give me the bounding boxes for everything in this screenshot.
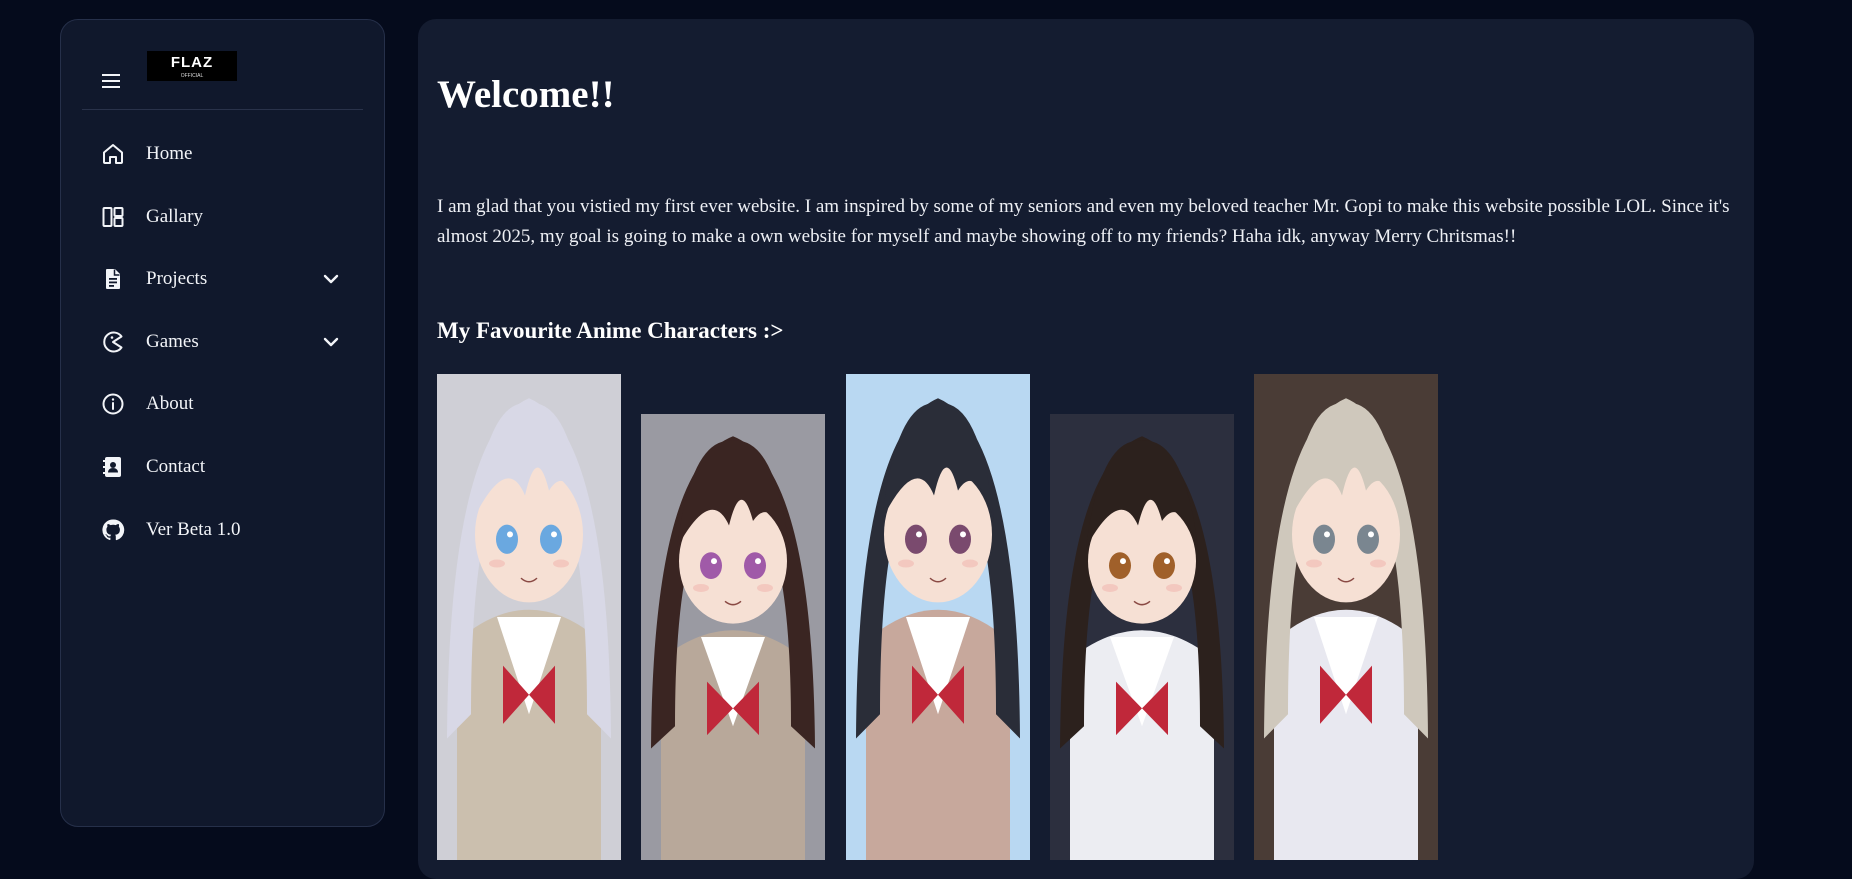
sidebar-item-label: Home — [146, 143, 193, 164]
character-image — [1050, 414, 1234, 860]
sidebar-item-games[interactable]: Games — [61, 319, 384, 365]
page-title: Welcome!! — [437, 73, 615, 116]
contact-card-icon — [101, 455, 125, 479]
menu-icon[interactable] — [102, 74, 120, 88]
sidebar-item-label: Gallary — [146, 206, 203, 227]
sidebar-item-label: Projects — [146, 268, 208, 289]
sidebar-item-label: Ver Beta 1.0 — [146, 519, 241, 540]
sidebar: FLAZ OFFICIAL Home Gallary Projects Game… — [60, 19, 385, 827]
logo-text: FLAZ — [170, 54, 214, 71]
info-icon — [101, 392, 125, 416]
sidebar-item-label: Games — [146, 331, 199, 352]
main-content: Welcome!! I am glad that you vistied my … — [418, 19, 1754, 879]
logo-subtext: OFFICIAL — [180, 73, 204, 79]
character-image — [846, 374, 1030, 860]
sidebar-item-about[interactable]: About — [61, 381, 384, 427]
github-icon — [101, 518, 125, 542]
sidebar-item-projects[interactable]: Projects — [61, 256, 384, 302]
sidebar-item-contact[interactable]: Contact — [61, 444, 384, 490]
home-icon — [101, 142, 125, 166]
sidebar-item-gallary[interactable]: Gallary — [61, 194, 384, 240]
intro-paragraph: I am glad that you vistied my first ever… — [437, 196, 1730, 247]
sidebar-item-label: About — [146, 393, 194, 414]
pacman-icon — [101, 330, 125, 354]
character-image — [641, 414, 825, 860]
section-heading: My Favourite Anime Characters :> — [437, 318, 784, 343]
gallery-icon — [101, 205, 125, 229]
sidebar-item-label: Contact — [146, 456, 206, 477]
chevron-down-icon[interactable] — [321, 269, 341, 289]
character-image — [437, 374, 621, 860]
logo[interactable]: FLAZ OFFICIAL — [147, 51, 237, 81]
sidebar-item-version[interactable]: Ver Beta 1.0 — [61, 507, 384, 553]
character-image — [1254, 374, 1438, 860]
chevron-down-icon[interactable] — [321, 332, 341, 352]
sidebar-item-home[interactable]: Home — [61, 131, 384, 177]
document-icon — [101, 267, 125, 291]
